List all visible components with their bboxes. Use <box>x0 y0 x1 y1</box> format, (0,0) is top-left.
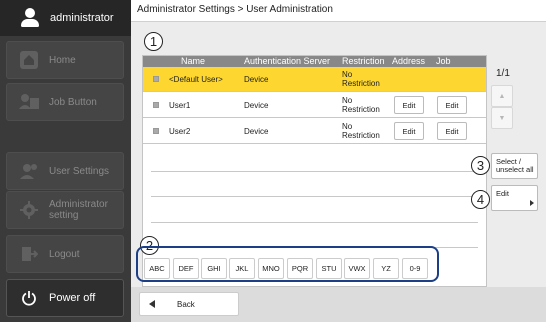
chevron-right-icon <box>530 200 534 206</box>
user-bar: administrator <box>0 0 131 36</box>
table-header: Name Authentication Server Restriction A… <box>143 56 486 67</box>
power-icon <box>17 286 41 310</box>
letter-button-vwx[interactable]: VWX <box>344 258 370 279</box>
home-icon <box>17 48 41 72</box>
column-job: Job <box>436 56 451 66</box>
triangle-up-icon: ▲ <box>498 92 506 100</box>
empty-row-divider <box>151 196 478 197</box>
table-row[interactable]: <Default User> Device No Restriction <box>143 67 486 92</box>
edit-job-button[interactable]: Edit <box>437 122 467 140</box>
callout-4: 4 <box>471 190 490 209</box>
column-name: Name <box>181 56 206 66</box>
sidebar: administrator Home Job Button User Setti… <box>0 0 131 322</box>
sidebar-item-label: User Settings <box>49 165 110 177</box>
letter-button-ghi[interactable]: GHI <box>201 258 227 279</box>
empty-row-divider <box>151 222 478 223</box>
row-server: Device <box>244 127 269 136</box>
column-restriction: Restriction <box>342 56 385 66</box>
row-checkbox[interactable] <box>153 128 159 134</box>
sidebar-item-home[interactable]: Home <box>6 41 124 79</box>
callout-1: 1 <box>144 32 163 51</box>
column-auth-server: Authentication Server <box>244 56 331 66</box>
edit-address-button[interactable]: Edit <box>394 122 424 140</box>
row-restriction: No Restriction <box>342 96 380 114</box>
sidebar-item-job-button[interactable]: Job Button <box>6 83 124 121</box>
row-checkbox[interactable] <box>153 102 159 108</box>
gear-icon <box>17 198 41 222</box>
user-name: administrator <box>50 12 114 24</box>
sidebar-item-label: Logout <box>49 248 80 260</box>
sidebar-item-label: Job Button <box>49 96 97 108</box>
back-arrow-icon <box>149 300 155 308</box>
letter-button-yz[interactable]: YZ <box>373 258 399 279</box>
page-indicator: 1/1 <box>496 68 510 79</box>
edit-job-button[interactable]: Edit <box>437 96 467 114</box>
row-restriction: No Restriction <box>342 70 380 88</box>
letter-button-pqr[interactable]: PQR <box>287 258 313 279</box>
letter-button-def[interactable]: DEF <box>173 258 199 279</box>
column-address: Address <box>392 56 426 66</box>
user-settings-icon <box>17 159 41 183</box>
sidebar-item-user-settings[interactable]: User Settings <box>6 152 124 190</box>
sidebar-item-administrator-setting[interactable]: Administrator setting <box>6 191 124 229</box>
row-server: Device <box>244 101 269 110</box>
breadcrumb: Administrator Settings > User Administra… <box>131 0 546 22</box>
row-name: User1 <box>169 101 191 110</box>
select-unselect-all-button[interactable]: Select / unselect all <box>491 153 538 179</box>
edit-address-button[interactable]: Edit <box>394 96 424 114</box>
triangle-down-icon: ▼ <box>498 114 506 122</box>
power-off-button[interactable]: Power off <box>6 279 124 317</box>
empty-row-divider <box>151 171 478 172</box>
row-server: Device <box>244 75 269 84</box>
row-name: User2 <box>169 127 191 136</box>
power-off-label: Power off <box>49 291 96 304</box>
user-icon <box>20 8 40 28</box>
letter-button-stu[interactable]: STU <box>316 258 342 279</box>
row-name: <Default User> <box>169 75 223 84</box>
callout-3: 3 <box>471 156 490 175</box>
edit-button[interactable]: Edit <box>491 185 538 211</box>
scroll-up-button[interactable]: ▲ <box>491 85 513 107</box>
letter-button-abc[interactable]: ABC <box>144 258 170 279</box>
sidebar-item-label: Home <box>49 54 76 66</box>
table-row[interactable]: User2 Device No Restriction Edit Edit <box>143 119 486 144</box>
back-button[interactable]: Back <box>139 292 239 316</box>
row-restriction: No Restriction <box>342 122 380 140</box>
letter-button-jkl[interactable]: JKL <box>229 258 255 279</box>
sidebar-item-label: Administrator setting <box>49 199 108 221</box>
sidebar-item-logout[interactable]: Logout <box>6 235 124 273</box>
letter-button-mno[interactable]: MNO <box>258 258 284 279</box>
scroll-down-button[interactable]: ▼ <box>491 107 513 129</box>
letter-button-0-9[interactable]: 0-9 <box>402 258 428 279</box>
job-button-icon <box>17 90 41 114</box>
table-row[interactable]: User1 Device No Restriction Edit Edit <box>143 93 486 118</box>
row-checkbox[interactable] <box>153 76 159 82</box>
back-label: Back <box>177 299 195 309</box>
logout-icon <box>17 242 41 266</box>
